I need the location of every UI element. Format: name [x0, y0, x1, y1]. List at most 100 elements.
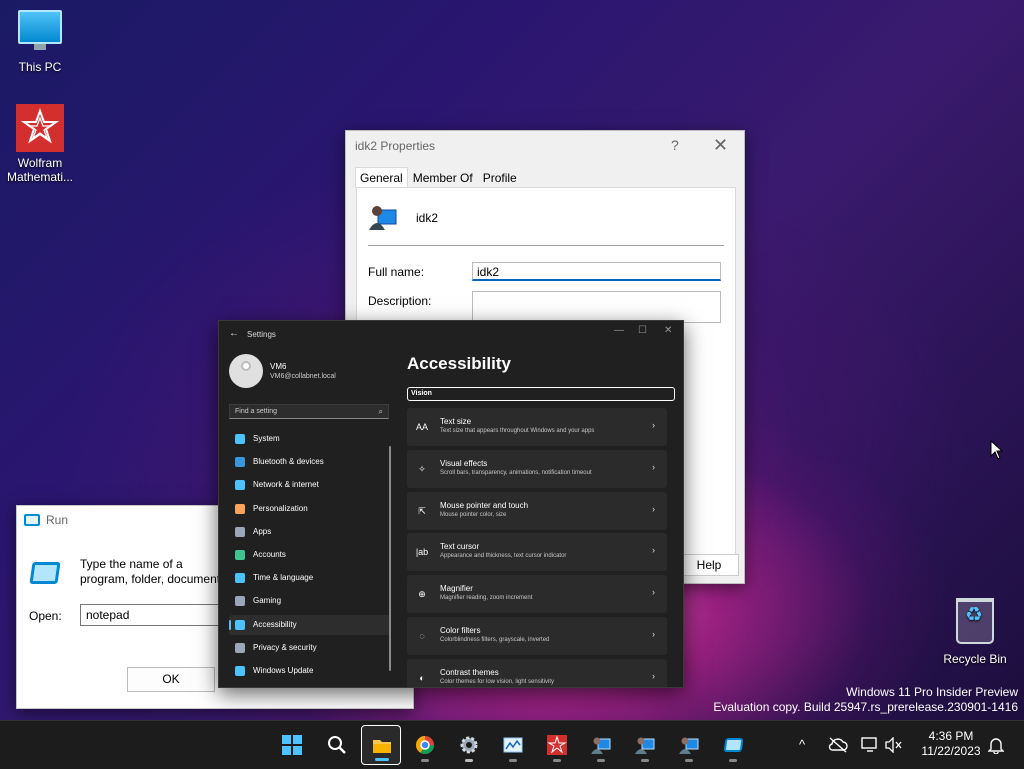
sidebar-item-icon: [235, 503, 245, 514]
full-name-field[interactable]: idk2: [472, 262, 721, 281]
watermark-line: Evaluation copy. Build 25947.rs_prerelea…: [713, 700, 1018, 714]
help-button[interactable]: Help: [679, 554, 739, 576]
desktop-icon-wolfram[interactable]: Wolfram Mathemati...: [0, 104, 80, 184]
sidebar-item-label: System: [253, 434, 280, 443]
setting-card-text-cursor[interactable]: |ab Text cursor Appearance and thickness, …: [407, 533, 667, 572]
sidebar-item-network-internet[interactable]: Network & internet: [229, 475, 391, 495]
sidebar-item-accounts[interactable]: Accounts: [229, 545, 391, 565]
close-icon[interactable]: ✕: [664, 325, 672, 336]
taskbar-user-manager-2[interactable]: [625, 725, 665, 765]
sidebar-item-personalization[interactable]: Personalization: [229, 499, 391, 519]
setting-card-mouse-pointer-and-touch[interactable]: ⇱ Mouse pointer and touch Mouse pointer co…: [407, 491, 667, 530]
user-name: idk2: [416, 211, 439, 225]
settings-window[interactable]: ← Settings — ☐ ✕ VM6 VM6@collabnet.local…: [218, 320, 684, 688]
maximize-icon[interactable]: ☐: [638, 325, 647, 336]
sidebar-item-label: Privacy & security: [253, 642, 317, 652]
monitor-icon: [18, 10, 62, 50]
taskbar-user-manager-3[interactable]: [669, 725, 709, 765]
chevron-right-icon: ›: [652, 670, 655, 681]
search-icon: [328, 736, 346, 754]
taskbar-wolfram[interactable]: [537, 725, 577, 765]
setting-card-subtitle: Mouse pointer color, size: [440, 511, 507, 518]
setting-card-icon: ⊕: [418, 589, 426, 600]
taskbar-settings[interactable]: [449, 725, 489, 765]
tab-general[interactable]: General: [355, 167, 408, 187]
clock[interactable]: 4:36 PM 11/22/2023: [915, 729, 987, 759]
running-indicator: [465, 759, 473, 762]
running-indicator: [729, 759, 737, 762]
notification-bell-icon[interactable]: [988, 736, 1004, 754]
section-header-vision: Vision: [407, 387, 675, 401]
full-name-label: Full name:: [368, 265, 425, 279]
help-title-button[interactable]: ?: [671, 137, 679, 153]
watermark-line: Windows 11 Pro Insider Preview: [846, 685, 1018, 699]
chevron-right-icon: ›: [652, 629, 655, 639]
cloud-offline-icon[interactable]: [828, 737, 848, 753]
sidebar-item-privacy-security[interactable]: Privacy & security: [229, 638, 391, 658]
taskbar-chrome[interactable]: [405, 725, 445, 765]
desktop-icon-this-pc[interactable]: This PC: [0, 10, 80, 74]
sidebar-item-icon: [235, 596, 245, 607]
taskbar-run[interactable]: [713, 725, 753, 765]
search-input[interactable]: Find a setting ⌕: [229, 404, 389, 419]
setting-card-title: Magnifier: [440, 584, 473, 594]
sidebar-item-icon: [235, 573, 245, 584]
user-computer-icon: [635, 737, 655, 754]
sidebar-item-icon: [235, 434, 245, 444]
back-arrow-icon[interactable]: ←: [229, 328, 239, 339]
window-title: Settings: [247, 330, 276, 339]
ok-button[interactable]: OK: [127, 667, 215, 692]
wolfram-icon: [16, 104, 64, 152]
sidebar-item-label: Time & language: [253, 573, 314, 583]
show-hidden-icons-button[interactable]: ^: [799, 721, 805, 769]
taskbar-search-button[interactable]: [317, 725, 357, 765]
run-icon: [24, 514, 40, 526]
sidebar-item-apps[interactable]: Apps: [229, 522, 391, 542]
sidebar-item-time-language[interactable]: Time & language: [229, 568, 391, 588]
avatar[interactable]: [229, 354, 263, 388]
taskbar-performance-monitor[interactable]: [493, 725, 533, 765]
setting-card-visual-effects[interactable]: ✧ Visual effects Scroll bars, transparency…: [407, 449, 667, 488]
sidebar-item-gaming[interactable]: Gaming: [229, 591, 391, 611]
folder-icon: [373, 740, 391, 753]
tab-member-of[interactable]: Member Of: [408, 167, 478, 187]
windows-watermark: Windows 11 Pro Insider Preview Evaluatio…: [713, 685, 1018, 715]
setting-card-color-filters[interactable]: ◌ Color filters Colorblindness filters, gr…: [407, 617, 667, 655]
chrome-icon: [416, 736, 434, 755]
close-button[interactable]: ✕: [713, 135, 728, 156]
running-indicator: [421, 759, 429, 762]
start-button[interactable]: [272, 725, 312, 765]
open-label: Open:: [29, 609, 62, 623]
sidebar-item-windows-update[interactable]: Windows Update: [229, 661, 391, 681]
setting-card-title: Mouse pointer and touch: [440, 500, 529, 510]
windows-logo-icon: [282, 735, 302, 755]
running-indicator: [553, 759, 561, 762]
sidebar-item-icon: [235, 619, 245, 630]
minimize-icon[interactable]: —: [614, 325, 624, 336]
chevron-right-icon: ›: [652, 503, 655, 514]
sidebar-item-system[interactable]: System: [229, 429, 391, 449]
separator: [368, 245, 724, 246]
sidebar-item-label: Bluetooth & devices: [253, 457, 324, 467]
sidebar-item-bluetooth-devices[interactable]: Bluetooth & devices: [229, 452, 391, 472]
sidebar-item-label: Network & internet: [253, 480, 319, 490]
open-input[interactable]: notepad: [80, 604, 230, 626]
sidebar-item-icon: [235, 666, 245, 676]
setting-card-subtitle: Colorblindness filters, grayscale, inver…: [440, 637, 550, 643]
volume-muted-icon[interactable]: [885, 737, 903, 753]
network-icon[interactable]: [861, 737, 879, 753]
description-label: Description:: [368, 294, 432, 308]
desktop-icon-recycle-bin[interactable]: ♻ Recycle Bin: [935, 598, 1015, 666]
wolfram-icon: [547, 735, 567, 755]
setting-card-contrast-themes[interactable]: ◐ Contrast themes Color themes for low vis…: [407, 658, 667, 687]
setting-card-subtitle: Appearance and thickness, text cursor in…: [440, 553, 567, 560]
taskbar-file-explorer[interactable]: [361, 725, 401, 765]
sidebar-item-label: Personalization: [253, 503, 308, 513]
setting-card-magnifier[interactable]: ⊕ Magnifier Magnifier reading, zoom increm…: [407, 575, 667, 614]
description-field[interactable]: [472, 291, 721, 323]
nav-scrollbar[interactable]: [389, 446, 391, 671]
taskbar-user-manager-1[interactable]: [581, 725, 621, 765]
setting-card-text-size[interactable]: AA Text size Text size that appears throug…: [407, 408, 667, 446]
tab-profile[interactable]: Profile: [478, 167, 522, 187]
sidebar-item-accessibility[interactable]: Accessibility: [229, 614, 391, 635]
